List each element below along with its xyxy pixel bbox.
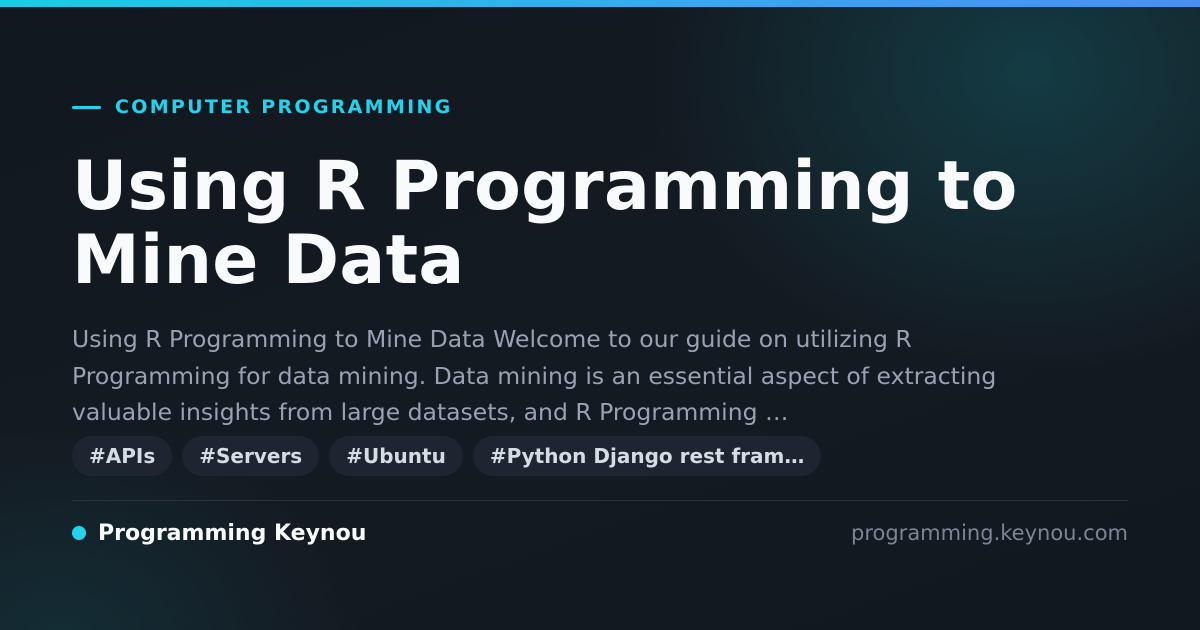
tag-servers[interactable]: #Servers <box>182 436 320 476</box>
site-url[interactable]: programming.keynou.com <box>851 518 1128 548</box>
brand[interactable]: Programming Keynou <box>72 518 366 548</box>
brand-name: Programming Keynou <box>98 520 367 546</box>
tag-apis[interactable]: #APIs <box>72 436 173 476</box>
category-dash-icon <box>72 105 101 109</box>
article-summary: Using R Programming to Mine Data Welcome… <box>72 325 997 426</box>
category-row: COMPUTER PROGRAMMING <box>72 96 453 118</box>
top-accent-bar <box>0 0 1200 7</box>
brand-dot-icon <box>72 526 86 540</box>
tag-ubuntu[interactable]: #Ubuntu <box>329 436 463 476</box>
category-label[interactable]: COMPUTER PROGRAMMING <box>115 96 453 118</box>
tag-list: #APIs #Servers #Ubuntu #Python Django re… <box>72 436 822 476</box>
article-title[interactable]: Using R Programming to Mine Data <box>72 150 1072 298</box>
footer-divider <box>72 500 1128 501</box>
tag-python-django-rest-framework[interactable]: #Python Django rest fram… <box>472 436 822 476</box>
